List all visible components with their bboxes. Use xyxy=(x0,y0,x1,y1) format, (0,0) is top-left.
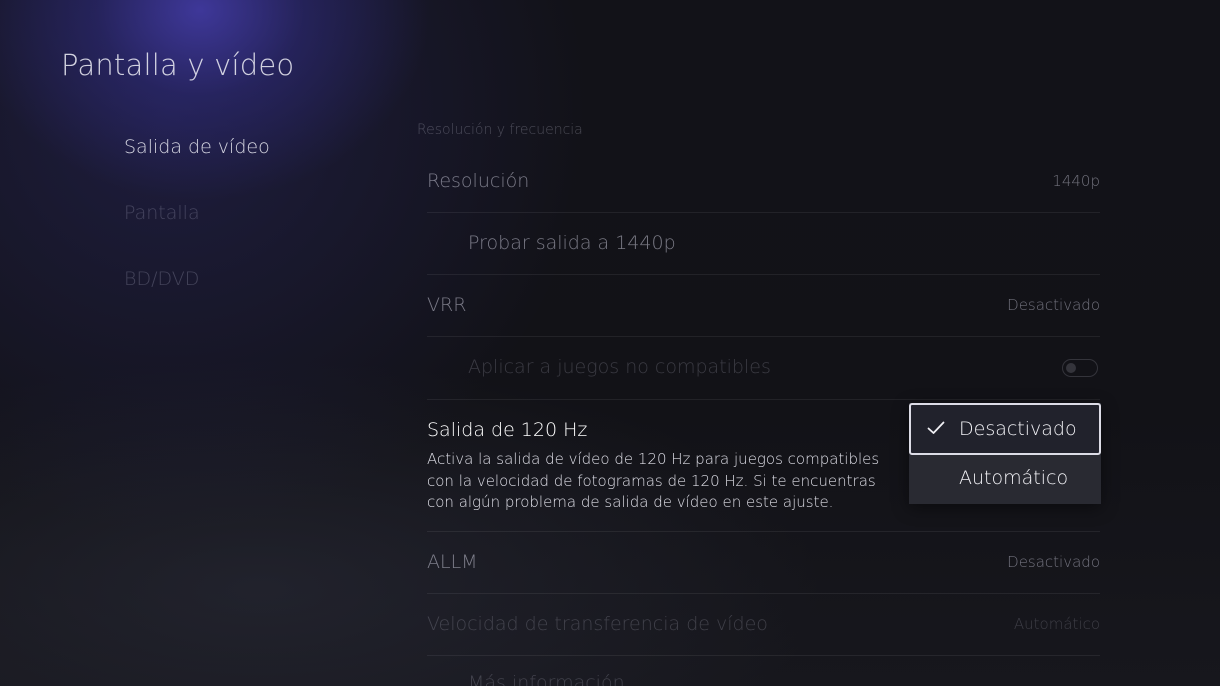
sidebar-item-bd-dvd[interactable]: BD/DVD xyxy=(124,266,270,332)
settings-list: Resolución y frecuencia Resolución 1440p… xyxy=(417,0,1100,686)
setting-vrr[interactable]: VRR Desactivado xyxy=(427,275,1100,337)
dropdown-option-disabled[interactable]: Desactivado xyxy=(909,403,1101,455)
setting-label: Probar salida a 1440p xyxy=(468,232,676,254)
setting-test-output[interactable]: Probar salida a 1440p xyxy=(427,213,1100,275)
sidebar: Salida de vídeo Pantalla BD/DVD xyxy=(124,134,270,332)
dropdown-menu: Desactivado Automático xyxy=(909,403,1101,504)
setting-value: Desactivado xyxy=(1007,296,1100,314)
setting-label: Salida de 120 Hz xyxy=(427,419,588,441)
sidebar-item-screen[interactable]: Pantalla xyxy=(124,200,270,266)
setting-label: Aplicar a juegos no compatibles xyxy=(468,356,771,378)
toggle-icon[interactable] xyxy=(1062,359,1098,377)
dropdown-option-label: Automático xyxy=(959,467,1069,489)
setting-label: Resolución xyxy=(427,170,530,192)
dropdown-option-label: Desactivado xyxy=(959,418,1077,440)
setting-label: ALLM xyxy=(427,551,478,573)
setting-description: Activa la salida de vídeo de 120 Hz para… xyxy=(427,450,880,511)
setting-label: Más información xyxy=(468,672,625,686)
setting-video-transfer-rate[interactable]: Velocidad de transferencia de vídeo Auto… xyxy=(427,594,1100,656)
check-icon xyxy=(927,421,945,434)
setting-resolution[interactable]: Resolución 1440p xyxy=(427,151,1100,213)
setting-value: 1440p xyxy=(1052,172,1100,190)
setting-allm[interactable]: ALLM Desactivado xyxy=(427,532,1100,594)
setting-value: Desactivado xyxy=(1007,553,1100,571)
setting-apply-unsupported[interactable]: Aplicar a juegos no compatibles xyxy=(427,337,1100,400)
setting-label: VRR xyxy=(427,294,467,316)
sidebar-item-video-output[interactable]: Salida de vídeo xyxy=(124,134,270,200)
section-header: Resolución y frecuencia xyxy=(417,122,583,138)
setting-more-info[interactable]: Más información xyxy=(427,656,1100,686)
setting-value: Automático xyxy=(1013,615,1100,633)
page-title: Pantalla y vídeo xyxy=(61,48,295,82)
dropdown-option-automatic[interactable]: Automático xyxy=(909,452,1101,504)
setting-label: Velocidad de transferencia de vídeo xyxy=(427,613,768,635)
